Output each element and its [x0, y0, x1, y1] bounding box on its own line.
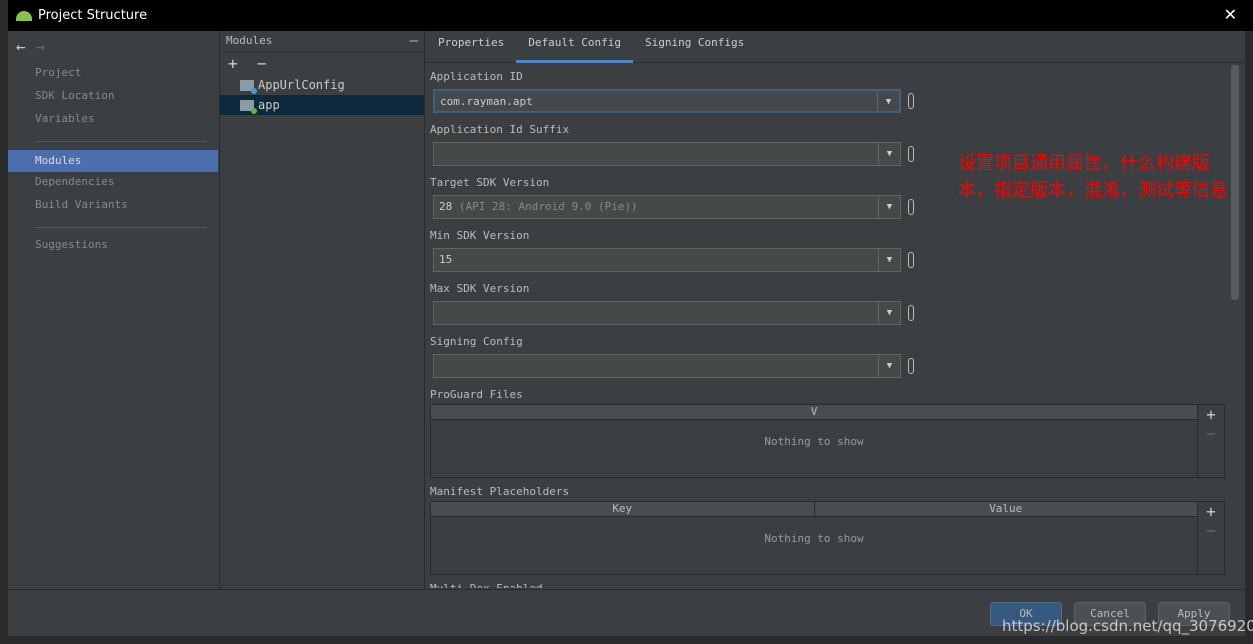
application-id-suffix-combo[interactable]: ▼: [433, 142, 901, 166]
sidebar-item-dependencies[interactable]: Dependencies: [8, 171, 218, 193]
remove-icon[interactable]: −: [1198, 521, 1224, 540]
variable-icon[interactable]: [908, 358, 914, 374]
modules-panel: Modules — + − AppUrlConfig app: [219, 31, 425, 589]
max-sdk-label: Max SDK Version: [430, 282, 530, 295]
manifest-placeholders-table[interactable]: Key Value Nothing to show + −: [430, 501, 1225, 575]
close-icon[interactable]: ✕: [1224, 5, 1237, 24]
library-module-icon: [240, 79, 257, 94]
signing-config-label: Signing Config: [430, 335, 523, 348]
back-arrow-icon[interactable]: ←: [16, 37, 26, 56]
multidex-label: Multi Dex Enabled: [430, 582, 543, 588]
sidebar-item-variables[interactable]: Variables: [8, 108, 218, 130]
remove-module-icon[interactable]: −: [257, 54, 267, 73]
target-sdk-label: Target SDK Version: [430, 176, 550, 189]
empty-text: Nothing to show: [764, 532, 864, 545]
signing-config-combo[interactable]: ▼: [433, 354, 901, 378]
variable-icon[interactable]: [908, 252, 914, 268]
chevron-down-icon: ▼: [878, 302, 900, 324]
watermark: https://blog.csdn.net/qq_30769209: [1002, 617, 1253, 635]
tab-signing-configs[interactable]: Signing Configs: [633, 31, 756, 62]
sidebar-item-sdk-location[interactable]: SDK Location: [8, 85, 218, 107]
module-item[interactable]: AppUrlConfig: [220, 75, 424, 95]
min-sdk-label: Min SDK Version: [430, 229, 530, 242]
application-id-combo[interactable]: com.rayman.apt ▼: [433, 89, 901, 113]
proguard-table[interactable]: V Nothing to show + −: [430, 404, 1225, 478]
annotation-text: 设置项目通用属性，什么构建版本，指定版本，混淆，测试等信息: [958, 153, 1228, 201]
module-item[interactable]: app: [220, 95, 424, 115]
sidebar-item-modules[interactable]: Modules: [8, 150, 218, 172]
modules-title: Modules: [226, 34, 273, 47]
sidebar: ← → Project SDK Location Variables Module…: [8, 31, 218, 589]
add-icon[interactable]: +: [1198, 502, 1224, 521]
window-title: Project Structure: [38, 8, 148, 23]
content-panel: Properties Default Config Signing Config…: [426, 31, 1245, 589]
chevron-down-icon: ▼: [878, 143, 900, 165]
divider: [35, 141, 207, 142]
chevron-down-icon: ▼: [878, 249, 900, 271]
target-sdk-combo[interactable]: 28 (API 28: Android 9.0 (Pie)) ▼: [433, 195, 901, 219]
max-sdk-combo[interactable]: ▼: [433, 301, 901, 325]
android-icon: [16, 10, 32, 21]
proguard-label: ProGuard Files: [430, 388, 523, 401]
divider: [35, 227, 207, 228]
min-sdk-combo[interactable]: 15 ▼: [433, 248, 901, 272]
chevron-down-icon: ▼: [877, 91, 899, 111]
chevron-down-icon: ▼: [878, 196, 900, 218]
empty-text: Nothing to show: [764, 435, 864, 448]
title-bar: Project Structure ✕: [8, 0, 1253, 31]
application-id-label: Application ID: [430, 70, 523, 83]
variable-icon[interactable]: [908, 305, 914, 321]
variable-icon[interactable]: [908, 146, 914, 162]
application-id-suffix-label: Application Id Suffix: [430, 123, 570, 136]
add-module-icon[interactable]: +: [228, 54, 238, 73]
minimize-icon[interactable]: —: [410, 31, 418, 51]
sidebar-item-project[interactable]: Project: [8, 62, 218, 84]
variable-icon[interactable]: [908, 93, 914, 109]
manifest-placeholders-label: Manifest Placeholders: [430, 485, 570, 498]
app-module-icon: [240, 99, 257, 114]
sidebar-item-suggestions[interactable]: Suggestions: [8, 234, 218, 256]
tab-default-config[interactable]: Default Config: [516, 31, 633, 63]
tab-properties[interactable]: Properties: [426, 31, 516, 62]
sidebar-item-build-variants[interactable]: Build Variants: [8, 194, 218, 216]
column-header[interactable]: V: [431, 405, 1197, 419]
column-header-value[interactable]: Value: [813, 502, 1198, 516]
chevron-down-icon: ▼: [878, 355, 900, 377]
add-icon[interactable]: +: [1198, 405, 1224, 424]
column-header-key[interactable]: Key: [431, 502, 814, 516]
remove-icon[interactable]: −: [1198, 424, 1224, 443]
forward-arrow-icon[interactable]: →: [36, 37, 46, 56]
variable-icon[interactable]: [908, 199, 914, 215]
dialog: ← → Project SDK Location Variables Module…: [8, 31, 1245, 636]
